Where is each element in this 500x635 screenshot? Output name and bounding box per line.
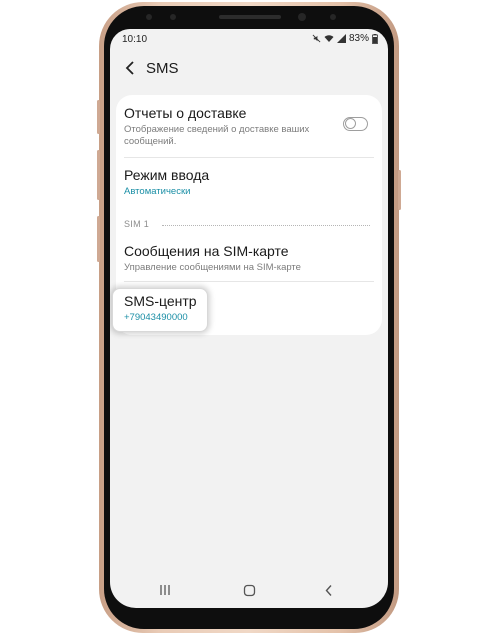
- setting-sim-messages[interactable]: Сообщения на SIM-карте Управление сообще…: [124, 243, 374, 274]
- setting-sms-center[interactable]: SMS-центр +79043490000: [124, 293, 374, 324]
- divider: [124, 157, 374, 158]
- signal-icon: [336, 34, 346, 43]
- side-button-right: [398, 170, 401, 210]
- wifi-icon: [324, 35, 334, 42]
- delivery-reports-subtitle-line1: Отображение сведений о доставке ваших: [124, 124, 310, 135]
- section-header-sim1: SIM 1: [124, 219, 150, 229]
- sensor-dot: [330, 14, 336, 20]
- speaker-grille: [219, 15, 281, 19]
- delivery-reports-subtitle: Отображение сведений о доставке ваших со…: [124, 124, 374, 148]
- recent-apps-icon: [160, 585, 170, 595]
- settings-card: Отчеты о доставке Отображение сведений о…: [112, 95, 382, 335]
- back-button[interactable]: [314, 581, 344, 599]
- page-title: SMS: [146, 60, 179, 77]
- sim-messages-title: Сообщения на SIM-карте: [124, 243, 289, 259]
- delivery-reports-title: Отчеты о доставке: [124, 105, 247, 121]
- side-button-left-3: [97, 216, 100, 262]
- recent-apps-button[interactable]: [150, 581, 180, 599]
- battery-percent: 83%: [348, 33, 369, 44]
- back-icon: [325, 584, 332, 596]
- status-bar: 10:10 83%: [110, 29, 388, 49]
- status-time: 10:10: [122, 34, 148, 45]
- battery-icon: [372, 33, 378, 44]
- sensor-dot: [146, 14, 152, 20]
- home-icon: [243, 584, 255, 596]
- status-icons: 83%: [312, 33, 378, 44]
- app-header: SMS: [110, 51, 388, 85]
- mute-icon: [312, 34, 321, 43]
- input-mode-value: Автоматически: [124, 186, 191, 197]
- front-camera: [298, 13, 306, 21]
- navigation-bar: [110, 577, 388, 603]
- setting-delivery-reports[interactable]: Отчеты о доставке Отображение сведений о…: [124, 105, 374, 148]
- setting-input-mode[interactable]: Режим ввода Автоматически: [124, 167, 374, 198]
- toggle-knob: [345, 118, 356, 129]
- input-mode-title: Режим ввода: [124, 167, 210, 183]
- sms-center-title: SMS-центр: [124, 293, 197, 309]
- divider: [124, 281, 374, 282]
- sim-messages-subtitle: Управление сообщениями на SIM-карте: [124, 262, 301, 273]
- sensor-dot: [170, 14, 176, 20]
- sms-center-value: +79043490000: [124, 312, 188, 323]
- phone-screen: 10:10 83% SMS Отчеты о доставке Отображе…: [110, 29, 388, 608]
- section-dotted-line: [162, 225, 370, 226]
- home-button[interactable]: [234, 581, 264, 599]
- delivery-reports-toggle[interactable]: [343, 117, 368, 131]
- back-arrow-icon[interactable]: [123, 60, 137, 76]
- side-button-left-1: [97, 100, 100, 134]
- side-button-left-2: [97, 150, 100, 200]
- delivery-reports-subtitle-line2: сообщений.: [124, 136, 177, 147]
